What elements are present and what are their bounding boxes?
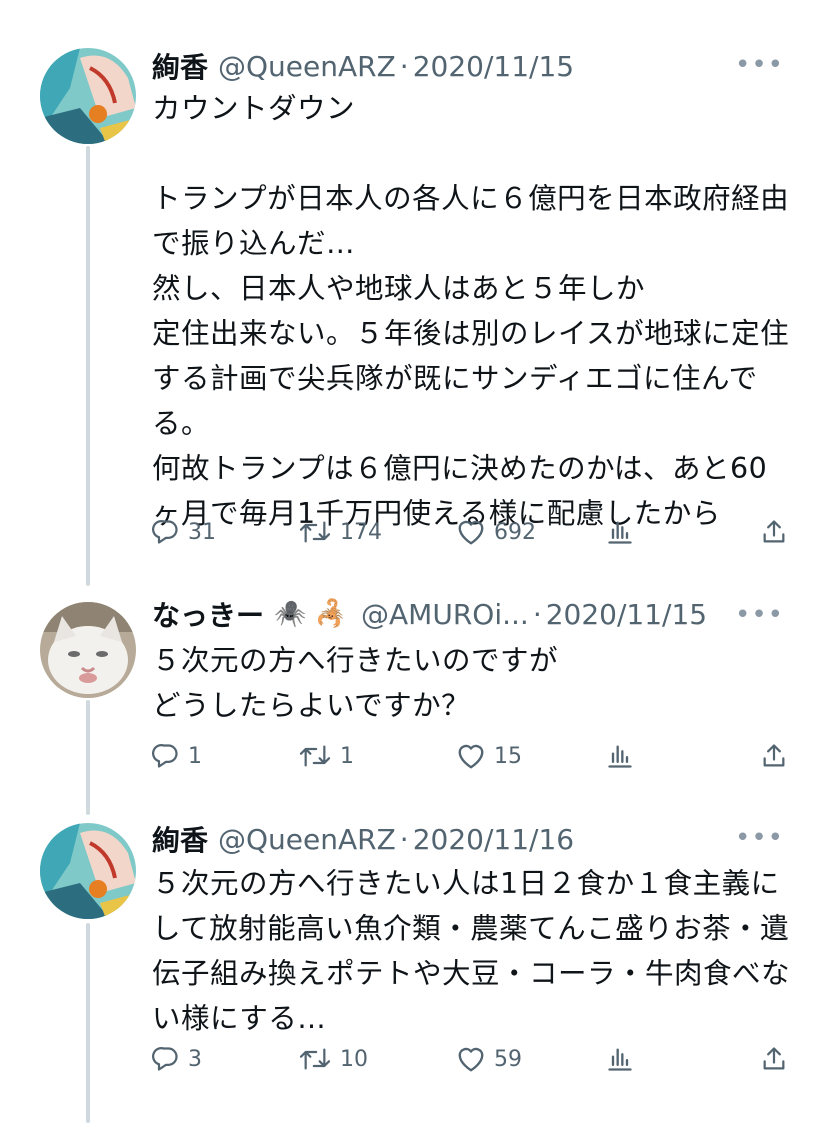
share-icon (760, 1045, 788, 1073)
reply-icon (152, 518, 180, 546)
like-icon (456, 518, 486, 546)
retweet-button[interactable]: 174 (298, 518, 456, 546)
reply-button[interactable]: 31 (152, 518, 298, 546)
display-name[interactable]: 絢香 (152, 46, 208, 86)
more-options-icon[interactable]: ••• (735, 50, 784, 80)
thread-line (86, 700, 90, 815)
user-handle[interactable]: @AMUROi... (361, 598, 529, 631)
like-icon (456, 742, 486, 770)
tweet-2[interactable]: なっきー 🕷️ 🦂 @AMUROi... · 2020/11/15 ••• ５次… (0, 580, 828, 815)
share-button[interactable] (760, 518, 788, 546)
action-bar: 1 1 15 (152, 734, 788, 778)
tweet-text: カウントダウン トランプが日本人の各人に６億円を日本政府経由で振り込んだ… 然し… (152, 92, 790, 530)
retweet-count: 174 (340, 519, 382, 545)
retweet-icon (298, 742, 332, 770)
user-handle[interactable]: @QueenARZ (218, 823, 396, 856)
like-count: 59 (494, 1046, 522, 1072)
separator-dot: · (399, 49, 409, 83)
reply-count: 1 (188, 743, 202, 769)
reply-count: 31 (188, 519, 216, 545)
separator-dot: · (532, 597, 542, 631)
share-icon (760, 518, 788, 546)
tweet-header: 絢香 @QueenARZ · 2020/11/16 (152, 819, 574, 859)
like-button[interactable]: 15 (456, 742, 606, 770)
tweet-1[interactable]: 絢香 @QueenARZ · 2020/11/15 ••• カウントダウン トラ… (0, 0, 828, 586)
share-button[interactable] (760, 1045, 788, 1073)
tweet-date[interactable]: 2020/11/15 (413, 50, 574, 83)
reply-button[interactable]: 1 (152, 742, 298, 770)
avatar[interactable] (40, 823, 136, 919)
share-icon (760, 742, 788, 770)
tweet-3[interactable]: 絢香 @QueenARZ · 2020/11/16 ••• ５次元の方へ行きたい… (0, 805, 828, 1123)
name-emojis: 🕷️ 🦂 (274, 599, 348, 629)
tweet-header: 絢香 @QueenARZ · 2020/11/15 (152, 46, 574, 86)
analytics-icon (606, 518, 634, 546)
share-button[interactable] (760, 742, 788, 770)
retweet-icon (298, 1045, 332, 1073)
retweet-button[interactable]: 1 (298, 742, 456, 770)
analytics-button[interactable] (606, 518, 760, 546)
analytics-icon (606, 742, 634, 770)
reply-button[interactable]: 3 (152, 1045, 298, 1073)
like-button[interactable]: 59 (456, 1045, 606, 1073)
tweet-text: ５次元の方へ行きたい人は1日２食か１食主義にして放射能高い魚介類・農薬てんこ盛り… (152, 867, 791, 1035)
display-name[interactable]: なっきー (152, 594, 264, 634)
more-options-icon[interactable]: ••• (735, 600, 784, 630)
retweet-count: 1 (340, 743, 354, 769)
analytics-button[interactable] (606, 1045, 760, 1073)
avatar[interactable] (40, 602, 136, 698)
action-bar: 3 10 59 (152, 1037, 788, 1081)
like-button[interactable]: 692 (456, 518, 606, 546)
thread-line (86, 923, 90, 1123)
retweet-count: 10 (340, 1046, 368, 1072)
reply-count: 3 (188, 1046, 202, 1072)
tweet-date[interactable]: 2020/11/15 (546, 598, 707, 631)
avatar[interactable] (40, 48, 136, 144)
like-icon (456, 1045, 486, 1073)
display-name[interactable]: 絢香 (152, 819, 208, 859)
user-handle[interactable]: @QueenARZ (218, 50, 396, 83)
retweet-button[interactable]: 10 (298, 1045, 456, 1073)
separator-dot: · (399, 822, 409, 856)
more-options-icon[interactable]: ••• (735, 823, 784, 853)
tweet-date[interactable]: 2020/11/16 (413, 823, 574, 856)
like-count: 15 (494, 743, 522, 769)
analytics-button[interactable] (606, 742, 760, 770)
thread-line (86, 146, 90, 586)
retweet-icon (298, 518, 332, 546)
tweet-header: なっきー 🕷️ 🦂 @AMUROi... · 2020/11/15 (152, 594, 707, 634)
analytics-icon (606, 1045, 634, 1073)
tweet-text: ５次元の方へ行きたいのですが どうしたらよいですか？ (152, 644, 559, 722)
reply-icon (152, 1045, 180, 1073)
action-bar: 31 174 692 (152, 510, 788, 554)
like-count: 692 (494, 519, 536, 545)
reply-icon (152, 742, 180, 770)
